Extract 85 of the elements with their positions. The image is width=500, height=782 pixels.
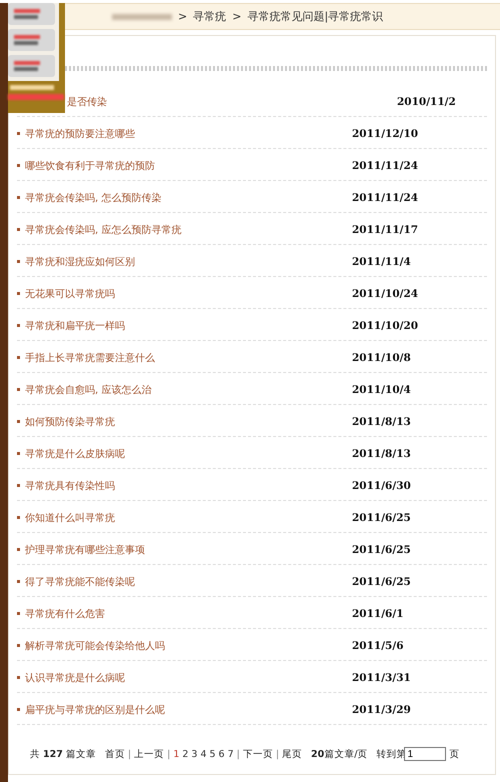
article-date: 2011/11/4 — [352, 256, 411, 268]
page-input[interactable]: 1 — [404, 747, 446, 761]
article-date: 2011/3/31 — [352, 672, 411, 684]
bullet-icon — [17, 580, 20, 583]
bullet-icon — [17, 164, 20, 167]
prev-page-link[interactable]: 上一页 — [134, 748, 164, 760]
bullet-icon — [17, 644, 20, 647]
article-link[interactable]: 手指上长寻常疣需要注意什么 — [25, 350, 155, 364]
bullet-icon — [17, 324, 20, 327]
article-link[interactable]: 如何预防传染寻常疣 — [25, 414, 115, 428]
bullet-icon — [17, 388, 20, 391]
article-date: 2011/8/13 — [352, 416, 411, 428]
article-date: 2011/6/1 — [352, 608, 404, 620]
sidebar-button[interactable] — [8, 3, 55, 25]
separator: | — [276, 748, 280, 760]
breadcrumb-link[interactable]: 寻常疣 — [193, 9, 226, 24]
page-link[interactable]: 1 — [173, 748, 180, 760]
total-count: 共 127 篇文章 — [30, 748, 96, 760]
bullet-icon — [17, 484, 20, 487]
article-date: 2011/10/8 — [352, 352, 411, 364]
bullet-icon — [17, 260, 20, 263]
page-link[interactable]: 2 — [182, 748, 188, 760]
article-date: 2011/6/25 — [352, 576, 411, 588]
article-date: 2011/10/20 — [352, 320, 418, 332]
separator: | — [128, 748, 132, 760]
article-date: 2011/6/30 — [352, 480, 411, 492]
bullet-icon — [17, 676, 20, 679]
article-link[interactable]: 无花果可以寻常疣吗 — [25, 286, 115, 300]
article-link[interactable]: 寻常疣的预防要注意哪些 — [25, 126, 135, 140]
article-link[interactable]: 寻常疣会传染吗, 应怎么预防寻常疣 — [25, 222, 182, 236]
page-link[interactable]: 7 — [228, 748, 234, 760]
page-link[interactable]: 6 — [218, 748, 225, 760]
bullet-icon — [17, 292, 20, 295]
article-date: 2011/11/24 — [352, 192, 418, 204]
page-unit-label: 页 — [449, 748, 460, 760]
last-page-link[interactable]: 尾页 — [282, 748, 302, 760]
article-date: 2011/3/29 — [352, 704, 411, 716]
article-link[interactable]: 寻常疣和湿疣应如何区别 — [25, 254, 135, 268]
article-link[interactable]: 寻常疣有什么危害 — [25, 606, 105, 620]
bullet-icon — [17, 196, 20, 199]
article-link[interactable]: 哪些饮食有利于寻常疣的预防 — [25, 158, 155, 172]
article-link[interactable]: 是否传染 — [67, 94, 107, 108]
article-link[interactable]: 得了寻常疣能不能传染呢 — [25, 574, 135, 588]
article-link[interactable]: 解析寻常疣可能会传染给他人吗 — [25, 638, 165, 652]
chevron-icon: > — [232, 10, 242, 23]
bullet-icon — [17, 356, 20, 359]
first-page-link[interactable]: 首页 — [104, 748, 125, 760]
article-link[interactable]: 护理寻常疣有哪些注意事项 — [25, 542, 145, 556]
article-link[interactable]: 寻常疣具有传染性吗 — [25, 478, 115, 492]
chevron-icon: > — [178, 10, 188, 23]
article-date: 2010/11/2 — [397, 96, 456, 108]
article-date: 2011/5/6 — [352, 640, 404, 652]
bullet-icon — [17, 708, 20, 711]
sidebar-button[interactable] — [8, 29, 55, 51]
article-link[interactable]: 认识寻常疣是什么病呢 — [25, 670, 125, 684]
article-date: 2011/8/13 — [352, 448, 411, 460]
article-link[interactable]: 寻常疣和扁平疣一样吗 — [25, 318, 125, 332]
article-date: 2011/10/4 — [352, 384, 411, 396]
next-page-link[interactable]: 下一页 — [242, 748, 273, 760]
bullet-icon — [17, 420, 20, 423]
article-date: 2011/11/24 — [352, 160, 418, 172]
article-date: 2011/12/10 — [352, 128, 418, 140]
bullet-icon — [17, 132, 20, 135]
article-link[interactable]: 寻常疣是什么皮肤病呢 — [25, 446, 125, 460]
article-date: 2011/6/25 — [352, 512, 411, 524]
separator: | — [167, 748, 170, 760]
page-link[interactable]: 3 — [191, 748, 198, 760]
page-link[interactable]: 4 — [200, 748, 206, 760]
bullet-icon — [17, 452, 20, 455]
page-link[interactable]: 5 — [210, 748, 216, 760]
bullet-icon — [17, 516, 20, 519]
bullet-icon — [17, 612, 20, 615]
article-date: 2011/11/17 — [352, 224, 418, 236]
article-link[interactable]: 扁平疣与寻常疣的区别是什么呢 — [25, 702, 165, 716]
article-link[interactable]: 寻常疣会传染吗, 怎么预防传染 — [25, 190, 162, 204]
per-page-label: 20篇文章/页 — [311, 748, 368, 760]
bullet-icon — [17, 548, 20, 551]
sidebar-button[interactable] — [8, 55, 55, 77]
separator: | — [236, 748, 240, 760]
article-date: 2011/6/25 — [352, 544, 411, 556]
breadcrumb-link[interactable]: 寻常疣常见问题|寻常疣常识 — [247, 9, 384, 24]
article-link[interactable]: 寻常疣会自愈吗, 应该怎么治 — [25, 382, 152, 396]
article-date: 2011/10/24 — [352, 288, 418, 300]
article-link[interactable]: 你知道什么叫寻常疣 — [25, 510, 115, 524]
bullet-icon — [17, 228, 20, 231]
